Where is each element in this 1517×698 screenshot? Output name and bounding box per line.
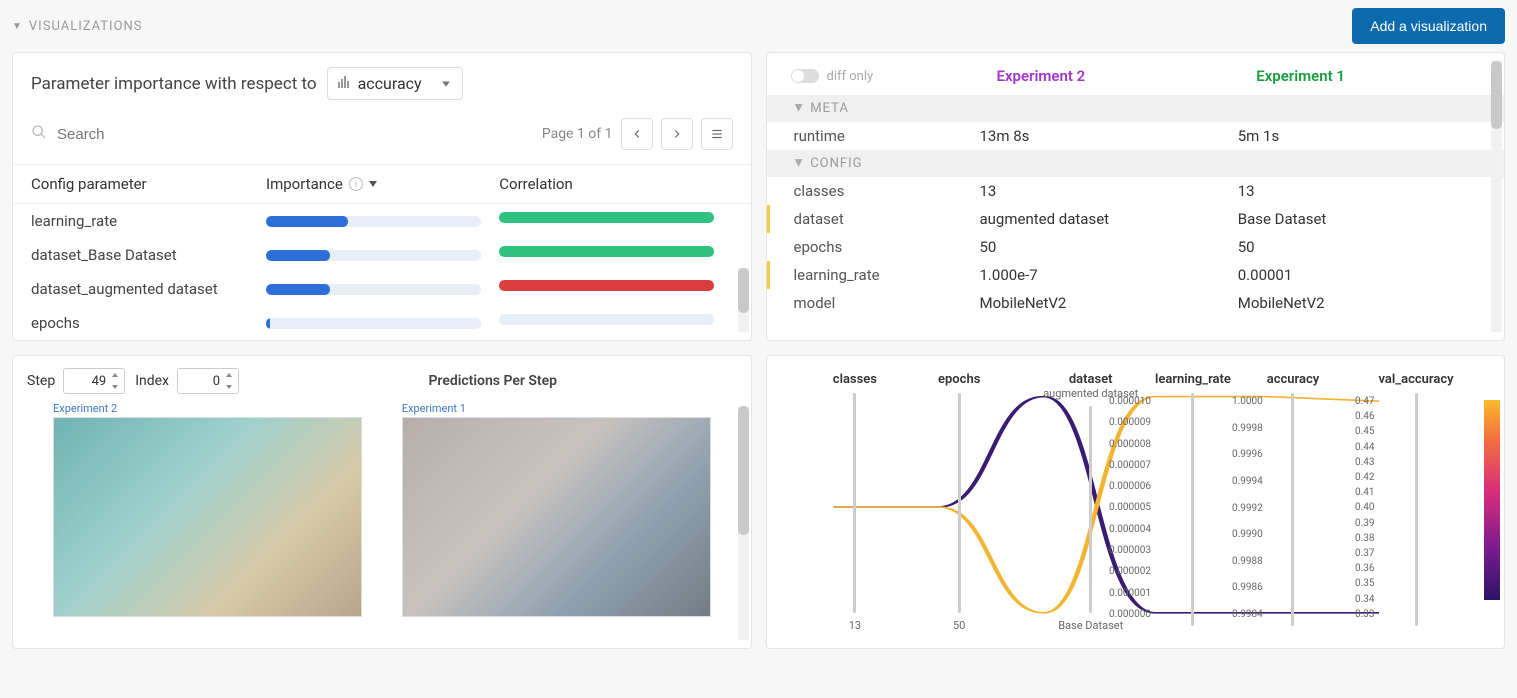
- page-text: Page 1 of 1: [542, 126, 613, 142]
- index-input[interactable]: 0: [177, 368, 239, 394]
- pred-exp1-label[interactable]: Experiment 1: [402, 402, 711, 415]
- compare-row: modelMobileNetV2MobileNetV2: [767, 289, 1505, 317]
- compare-row: learning_rate1.000e-70.00001: [767, 261, 1505, 289]
- pc-axis-classes[interactable]: classes 13: [833, 372, 877, 632]
- param-row[interactable]: epochs: [13, 306, 751, 340]
- compare-row: runtime13m 8s5m 1s: [767, 122, 1505, 150]
- step-label: Step: [27, 373, 55, 389]
- param-row[interactable]: learning_rate: [13, 204, 751, 238]
- pc-axis-val-accuracy[interactable]: val_accuracy 0.470.460.450.440.430.420.4…: [1379, 372, 1454, 632]
- add-visualization-button[interactable]: Add a visualization: [1352, 8, 1505, 44]
- collapse-icon[interactable]: ▼: [12, 21, 23, 32]
- metric-value: accuracy: [358, 74, 422, 93]
- experiment-compare-card: diff only Experiment 2 Experiment 1 ▶ ME…: [766, 52, 1506, 341]
- col-config-param[interactable]: Config parameter: [31, 175, 266, 193]
- diff-only-toggle[interactable]: [791, 69, 819, 83]
- bars-icon: [338, 76, 350, 91]
- axis-label: dataset: [1069, 372, 1113, 387]
- compare-row: classes1313: [767, 177, 1505, 205]
- param-name: epochs: [31, 314, 266, 332]
- parameter-importance-card: Parameter importance with respect to acc…: [12, 52, 752, 341]
- experiment-2-header[interactable]: Experiment 2: [997, 67, 1237, 85]
- diff-only-label: diff only: [827, 69, 957, 84]
- axis-label: epochs: [938, 372, 980, 387]
- axis-label: learning_rate: [1155, 372, 1231, 387]
- row-val-exp2: 13m 8s: [980, 127, 1238, 145]
- row-key: dataset: [794, 210, 980, 228]
- row-val-exp1: 0.00001: [1238, 266, 1496, 284]
- info-icon[interactable]: i: [349, 177, 363, 191]
- row-val-exp2: 50: [980, 238, 1238, 256]
- row-val-exp1: 50: [1238, 238, 1496, 256]
- search-input[interactable]: [57, 126, 257, 143]
- row-val-exp1: MobileNetV2: [1238, 294, 1496, 312]
- next-page-button[interactable]: [661, 118, 693, 150]
- predictions-card: Step 49 Index 0 Predictions Per Step Exp…: [12, 355, 752, 649]
- row-key: runtime: [794, 127, 980, 145]
- metric-select[interactable]: accuracy: [327, 67, 463, 100]
- row-key: classes: [794, 182, 980, 200]
- chevron-down-icon: ▶: [792, 104, 803, 113]
- row-val-exp1: 13: [1238, 182, 1496, 200]
- search-icon: [31, 124, 47, 144]
- param-row[interactable]: dataset_Base Dataset: [13, 238, 751, 272]
- axis-tick-bot: 13: [849, 619, 861, 632]
- prediction-image-exp1: [402, 417, 711, 617]
- col-importance[interactable]: Importance i: [266, 175, 499, 193]
- table-mode-button[interactable]: [701, 118, 733, 150]
- param-name: dataset_Base Dataset: [31, 246, 266, 264]
- experiment-1-header[interactable]: Experiment 1: [1256, 67, 1496, 85]
- param-row[interactable]: dataset_augmented dataset: [13, 272, 751, 306]
- step-input[interactable]: 49: [63, 368, 125, 394]
- section-config[interactable]: ▶ CONFIG: [767, 150, 1505, 177]
- row-val-exp1: Base Dataset: [1238, 210, 1496, 228]
- pc-axis-accuracy[interactable]: accuracy 1.00000.99980.99960.99940.99920…: [1267, 372, 1319, 632]
- section-meta[interactable]: ▶ META: [767, 95, 1505, 122]
- pred-exp2-label[interactable]: Experiment 2: [53, 402, 362, 415]
- axis-label: val_accuracy: [1379, 372, 1454, 387]
- pc-axis-learning-rate[interactable]: learning_rate 0.0000100.0000090.0000080.…: [1155, 372, 1231, 632]
- predictions-title: Predictions Per Step: [249, 373, 737, 389]
- row-val-exp2: 1.000e-7: [980, 266, 1238, 284]
- sort-desc-icon: [369, 181, 377, 187]
- section-title: VISUALIZATIONS: [29, 19, 143, 34]
- row-key: model: [794, 294, 980, 312]
- row-val-exp2: 13: [980, 182, 1238, 200]
- compare-row: epochs5050: [767, 233, 1505, 261]
- axis-tick-bot: 50: [953, 619, 965, 632]
- row-key: epochs: [794, 238, 980, 256]
- index-label: Index: [135, 373, 169, 389]
- col-correlation[interactable]: Correlation: [499, 175, 732, 193]
- prediction-image-exp2: [53, 417, 362, 617]
- parallel-coords-card: classes 13 epochs 50 dataset augmented d…: [766, 355, 1506, 649]
- color-scale: [1484, 400, 1500, 600]
- row-val-exp1: 5m 1s: [1238, 127, 1496, 145]
- param-title-prefix: Parameter importance with respect to: [31, 74, 317, 94]
- pc-axis-epochs[interactable]: epochs 50: [938, 372, 980, 632]
- axis-label: accuracy: [1267, 372, 1319, 387]
- row-key: learning_rate: [794, 266, 980, 284]
- chevron-down-icon: ▶: [792, 159, 803, 168]
- param-name: dataset_augmented dataset: [31, 280, 266, 298]
- axis-label: classes: [833, 372, 877, 387]
- prev-page-button[interactable]: [621, 118, 653, 150]
- row-val-exp2: MobileNetV2: [980, 294, 1238, 312]
- section-header: ▼ VISUALIZATIONS Add a visualization: [0, 0, 1517, 52]
- param-name: learning_rate: [31, 212, 266, 230]
- axis-tick-bot: Base Dataset: [1058, 619, 1123, 632]
- compare-row: datasetaugmented datasetBase Dataset: [767, 205, 1505, 233]
- row-val-exp2: augmented dataset: [980, 210, 1238, 228]
